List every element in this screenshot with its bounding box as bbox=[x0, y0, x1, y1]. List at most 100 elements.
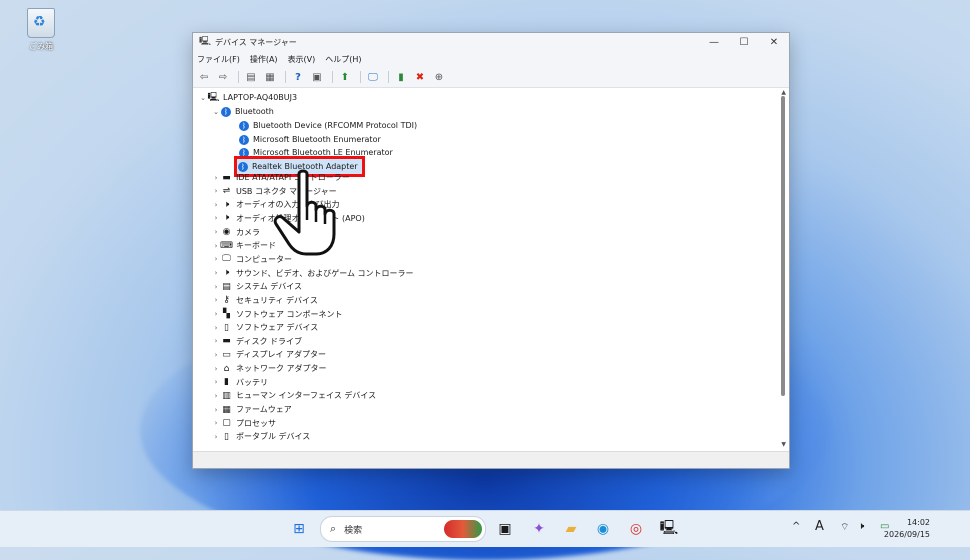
properties-icon[interactable]: ▦ bbox=[262, 70, 278, 84]
menu-file[interactable]: ファイル(F) bbox=[197, 54, 240, 65]
expand-icon[interactable]: › bbox=[211, 419, 221, 427]
wifi-icon[interactable]: ⌔ bbox=[840, 521, 849, 534]
category-item[interactable]: › ◉ カメラ bbox=[211, 226, 260, 239]
computer-icon: 🖳 bbox=[207, 92, 220, 103]
file-explorer-icon[interactable]: ▰ bbox=[562, 520, 580, 538]
category-item[interactable]: › 🕨 サウンド、ビデオ、およびゲーム コントローラー bbox=[211, 267, 414, 280]
category-label: キーボード bbox=[236, 241, 276, 251]
ime-indicator[interactable]: A bbox=[815, 519, 824, 534]
device-item[interactable]: ᛒ Microsoft Bluetooth Enumerator bbox=[239, 133, 381, 146]
expand-icon[interactable]: › bbox=[211, 392, 221, 400]
category-label: ヒューマン インターフェイス デバイス bbox=[236, 391, 377, 401]
device-label: Microsoft Bluetooth Enumerator bbox=[253, 135, 381, 144]
minimize-button[interactable]: — bbox=[699, 33, 729, 51]
expand-icon[interactable]: › bbox=[211, 296, 221, 304]
category-item[interactable]: › ▮ バッテリ bbox=[211, 376, 268, 389]
category-item[interactable]: › ▦ ファームウェア bbox=[211, 403, 292, 416]
menu-view[interactable]: 表示(V) bbox=[288, 54, 316, 65]
category-item[interactable]: › ▬ ディスク ドライブ bbox=[211, 335, 302, 348]
category-item[interactable]: › ▚ ソフトウェア コンポーネント bbox=[211, 308, 343, 321]
scroll-down-icon[interactable]: ▼ bbox=[781, 441, 786, 448]
uninstall-icon[interactable]: ✖ bbox=[412, 70, 428, 84]
collapse-icon[interactable]: ⌄ bbox=[211, 108, 221, 116]
expand-icon[interactable]: › bbox=[211, 283, 221, 291]
expand-icon[interactable]: › bbox=[211, 378, 221, 386]
category-label: バッテリ bbox=[236, 377, 268, 387]
menu-help[interactable]: ヘルプ(H) bbox=[325, 54, 361, 65]
toolbar-separator bbox=[332, 71, 333, 83]
expand-icon[interactable]: › bbox=[211, 433, 221, 441]
add-driver-icon[interactable]: ▮ bbox=[393, 70, 409, 84]
maximize-button[interactable]: ☐ bbox=[729, 33, 759, 51]
category-item[interactable]: › ⚷ セキュリティ デバイス bbox=[211, 294, 318, 307]
expand-icon[interactable]: › bbox=[211, 324, 221, 332]
bluetooth-icon: ᛒ bbox=[238, 161, 248, 172]
disable-icon[interactable]: ⊕ bbox=[431, 70, 447, 84]
expand-icon[interactable]: › bbox=[211, 187, 221, 195]
copilot-icon[interactable]: ✦ bbox=[530, 520, 548, 538]
device-category-icon: 🖵 bbox=[222, 254, 231, 265]
expand-icon[interactable]: › bbox=[211, 365, 221, 373]
root-label: LAPTOP-AQ40BUJ3 bbox=[223, 93, 298, 102]
expand-icon[interactable]: › bbox=[211, 269, 221, 277]
device-category-icon: ⇌ bbox=[222, 186, 231, 197]
start-icon[interactable]: ⊞ bbox=[290, 520, 308, 538]
expand-icon[interactable]: › bbox=[211, 337, 221, 345]
category-label: ソフトウェア デバイス bbox=[236, 323, 319, 333]
title-bar[interactable]: 🖳 デバイス マネージャー — ☐ ✕ bbox=[193, 33, 789, 51]
expand-icon[interactable]: › bbox=[211, 406, 221, 414]
recycle-bin[interactable]: ♻ ごみ箱 bbox=[24, 8, 58, 52]
category-item[interactable]: › ▯ ポータブル デバイス bbox=[211, 430, 311, 443]
category-item[interactable]: › ▤ システム デバイス bbox=[211, 280, 302, 293]
device-item[interactable]: ᛒ Bluetooth Device (RFCOMM Protocol TDI) bbox=[239, 119, 417, 132]
status-bar bbox=[193, 451, 789, 468]
device-category-icon: ▥ bbox=[222, 390, 231, 401]
scroll-up-icon[interactable]: ▲ bbox=[781, 89, 786, 96]
toolbar-separator bbox=[388, 71, 389, 83]
scan-hardware-icon[interactable]: 🖵 bbox=[365, 70, 381, 84]
show-hidden-icons-icon[interactable]: ^ bbox=[792, 521, 800, 532]
edge-icon[interactable]: ◉ bbox=[594, 520, 612, 538]
device-category-icon: 🕨 bbox=[223, 199, 230, 210]
search-placeholder: 検索 bbox=[344, 525, 363, 536]
bluetooth-icon: ᛒ bbox=[221, 106, 231, 117]
search-icon: ⌕ bbox=[330, 522, 337, 535]
pointing-hand-cursor bbox=[273, 169, 336, 256]
expand-icon[interactable]: › bbox=[211, 310, 221, 318]
clock[interactable]: 14:02 2026/09/15 bbox=[884, 517, 930, 541]
menu-bar: ファイル(F) 操作(A) 表示(V) ヘルプ(H) bbox=[193, 51, 789, 67]
close-button[interactable]: ✕ bbox=[759, 33, 789, 51]
device-category-icon: ▢ bbox=[222, 418, 231, 429]
category-item[interactable]: › ▢ プロセッサ bbox=[211, 417, 276, 430]
expand-icon[interactable]: › bbox=[211, 201, 221, 209]
category-item[interactable]: › ⌂ ネットワーク アダプター bbox=[211, 362, 327, 375]
help-icon[interactable]: ? bbox=[290, 70, 306, 84]
forward-icon[interactable]: ⇨ bbox=[215, 70, 231, 84]
expand-icon[interactable]: › bbox=[211, 351, 221, 359]
expand-icon[interactable]: › bbox=[211, 228, 221, 236]
category-bluetooth[interactable]: ⌄ ᛒ Bluetooth bbox=[211, 105, 274, 118]
tree-root[interactable]: ⌄ 🖳 LAPTOP-AQ40BUJ3 bbox=[198, 91, 297, 104]
collapse-icon[interactable]: ⌄ bbox=[198, 94, 208, 102]
category-item[interactable]: › ▭ ディスプレイ アダプター bbox=[211, 348, 326, 361]
vertical-scrollbar[interactable] bbox=[781, 96, 785, 396]
expand-icon[interactable]: › bbox=[211, 255, 221, 263]
category-item[interactable]: › ▯ ソフトウェア デバイス bbox=[211, 321, 319, 334]
search-box[interactable]: ⌕ 検索 bbox=[320, 516, 486, 542]
expand-icon[interactable]: › bbox=[211, 174, 221, 182]
task-view-icon[interactable]: ▣ bbox=[496, 520, 514, 538]
view-icon[interactable]: ▣ bbox=[309, 70, 325, 84]
category-label: プロセッサ bbox=[236, 418, 276, 428]
category-item[interactable]: › ▥ ヒューマン インターフェイス デバイス bbox=[211, 389, 377, 402]
update-driver-icon[interactable]: ⬆ bbox=[337, 70, 353, 84]
chrome-icon[interactable]: ◎ bbox=[627, 520, 645, 538]
volume-icon[interactable]: 🕨 bbox=[858, 521, 864, 532]
expand-icon[interactable]: › bbox=[211, 214, 221, 222]
back-icon[interactable]: ⇦ bbox=[196, 70, 212, 84]
device-manager-taskbar-icon[interactable]: 🖳 bbox=[660, 520, 679, 538]
clock-date: 2026/09/15 bbox=[883, 530, 930, 539]
category-label: ディスク ドライブ bbox=[236, 336, 302, 346]
show-hide-tree-icon[interactable]: ▤ bbox=[243, 70, 259, 84]
category-item[interactable]: › ⌨ キーボード bbox=[211, 239, 276, 252]
menu-action[interactable]: 操作(A) bbox=[250, 54, 278, 65]
